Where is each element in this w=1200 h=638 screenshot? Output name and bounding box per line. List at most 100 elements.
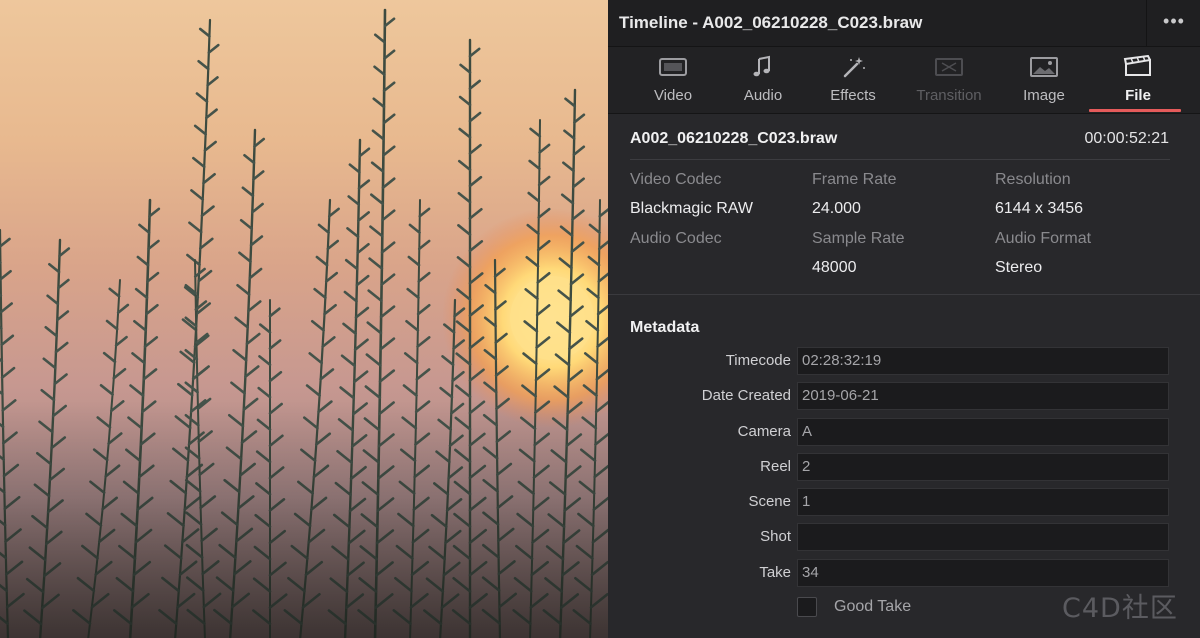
- plant-leaf: [57, 278, 70, 290]
- plant-leaf: [563, 129, 576, 140]
- plant-leaf: [195, 92, 209, 103]
- plant-leaf: [195, 365, 210, 377]
- plant-leaf: [346, 227, 360, 239]
- plant-leaf: [407, 255, 421, 267]
- clip-duration: 00:00:52:21: [1084, 130, 1169, 147]
- good-take-checkbox[interactable]: [797, 597, 817, 617]
- shot-field[interactable]: [797, 523, 1169, 551]
- plant-leaf: [379, 337, 396, 351]
- plant-leaf: [319, 368, 335, 381]
- plant-leaf: [0, 334, 15, 347]
- plant-leaf: [251, 202, 264, 214]
- plant-leaf: [343, 290, 358, 303]
- plant-leaf: [382, 81, 396, 93]
- plant-leaf: [457, 224, 472, 236]
- plant-leaf: [232, 348, 248, 362]
- camera-field[interactable]: A: [797, 418, 1169, 446]
- plant-leaf: [572, 145, 586, 157]
- plant-leaf: [367, 289, 383, 303]
- plant-leaf: [537, 175, 551, 187]
- plant-leaf: [382, 113, 396, 125]
- transition-icon: [935, 58, 963, 76]
- metadata-heading: Metadata: [630, 319, 700, 336]
- plant-leaf: [102, 351, 117, 364]
- active-tab-indicator: [1089, 109, 1181, 112]
- plant-leaf: [573, 113, 586, 124]
- tab-transition[interactable]: Transition: [903, 47, 995, 113]
- plant-leaf: [417, 271, 431, 283]
- plant-leaf: [186, 253, 201, 267]
- take-field[interactable]: 34: [797, 559, 1169, 587]
- plant-leaf: [418, 207, 431, 218]
- plant-leaf: [373, 65, 386, 76]
- plant-leaf: [353, 338, 369, 351]
- plant-leaf: [142, 368, 158, 381]
- sample-rate-value: 48000: [812, 259, 857, 276]
- plant-leaf: [199, 237, 214, 250]
- video-codec-label: Video Codec: [630, 171, 722, 188]
- tab-image[interactable]: Image: [998, 47, 1090, 113]
- plant-leaf: [179, 350, 196, 364]
- date-created-label: Date Created: [701, 387, 791, 404]
- plant-leaf: [116, 303, 130, 315]
- plant-leaf: [258, 323, 272, 334]
- tab-file[interactable]: File: [1089, 47, 1184, 113]
- plant-leaf: [328, 207, 340, 218]
- plant-leaf: [134, 287, 149, 300]
- plant-leaf: [0, 237, 11, 248]
- plant-leaf: [342, 322, 357, 335]
- plant-leaf: [238, 251, 252, 263]
- plant-leaf: [239, 218, 254, 231]
- plant-leaf: [354, 306, 370, 319]
- tab-video[interactable]: Video: [627, 47, 719, 113]
- plant-leaf: [356, 242, 370, 255]
- timecode-label: Timecode: [725, 352, 791, 369]
- tab-label: Image: [1023, 87, 1065, 104]
- tab-effects[interactable]: Effects: [807, 47, 899, 113]
- plant-leaf: [234, 316, 249, 329]
- plant-leaf: [192, 156, 206, 169]
- reel-field[interactable]: 2: [797, 453, 1169, 481]
- plant-leaf: [417, 239, 431, 251]
- plant-leaf: [244, 365, 260, 379]
- plant-leaf: [405, 319, 420, 332]
- plant-leaf: [468, 79, 481, 90]
- image-icon: [1030, 57, 1058, 77]
- plant-leaf: [200, 205, 215, 218]
- plant-leaf: [323, 303, 337, 316]
- video-codec-value: Blackmagic RAW: [630, 200, 753, 217]
- inspector-panel: Timeline - A002_06210228_C023.braw ••• V…: [608, 0, 1200, 638]
- plant-leaf: [468, 175, 483, 188]
- plant-leaf: [468, 207, 483, 220]
- plant-leaf: [383, 17, 396, 28]
- plant-leaf: [143, 336, 159, 348]
- viewer-image: [0, 0, 608, 638]
- plant-leaf: [357, 211, 370, 222]
- plant-leaf: [313, 287, 327, 300]
- plant-leaf: [268, 307, 281, 318]
- scene-label: Scene: [748, 493, 791, 510]
- plant-leaf: [527, 191, 541, 203]
- sunset-plants-photo: [0, 8, 608, 638]
- plant-leaf: [48, 262, 61, 274]
- audio-codec-label: Audio Codec: [630, 230, 722, 247]
- more-options-button[interactable]: •••: [1146, 0, 1200, 46]
- plant-leaf: [370, 161, 385, 173]
- plant-leaf: [372, 97, 386, 109]
- plant-leaf: [112, 367, 127, 380]
- plant-leaf: [146, 271, 160, 283]
- divider: [630, 159, 1170, 160]
- timecode-field[interactable]: 02:28:32:19: [797, 347, 1169, 375]
- frame-rate-label: Frame Rate: [812, 171, 897, 188]
- tab-audio[interactable]: Audio: [717, 47, 809, 113]
- plant-leaf: [236, 283, 251, 296]
- plant-leaf: [365, 353, 382, 367]
- tab-label: File: [1125, 87, 1151, 104]
- date-created-field[interactable]: 2019-06-21: [797, 382, 1169, 410]
- plant-leaf: [257, 386, 272, 399]
- plant-leaf: [268, 370, 283, 383]
- plant-leaf: [339, 386, 356, 400]
- plant-leaf: [99, 384, 114, 396]
- scene-field[interactable]: 1: [797, 488, 1169, 516]
- panel-title: Timeline - A002_06210228_C023.braw: [619, 13, 923, 32]
